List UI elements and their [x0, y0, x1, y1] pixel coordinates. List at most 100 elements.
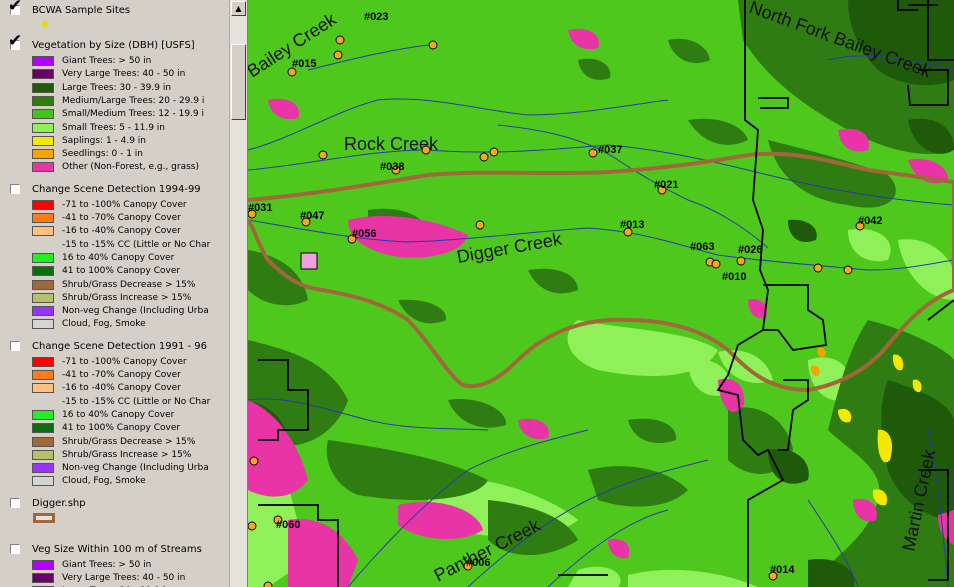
color-swatch — [32, 279, 54, 290]
legend-entry-label: Shrub/Grass Increase > 15% — [62, 449, 192, 460]
color-swatch — [32, 319, 54, 330]
color-swatch — [32, 306, 54, 317]
color-swatch — [32, 292, 54, 303]
legend-entry: Shrub/Grass Increase > 15% — [32, 448, 229, 461]
legend-entry: 16 to 40% Canopy Cover — [32, 408, 229, 421]
visibility-checkbox[interactable] — [10, 497, 20, 508]
sample-site-marker[interactable] — [588, 148, 598, 158]
legend-entry: Giant Trees: > 50 in — [32, 558, 229, 571]
sample-site-marker[interactable] — [489, 147, 499, 157]
legend-entry: -71 to -100% Canopy Cover — [32, 198, 229, 211]
legend-entry-label: Cloud, Fog, Smoke — [62, 319, 146, 330]
legend-entry: Non-veg Change (Including Urba — [32, 304, 229, 317]
legend-theme-vegstreams[interactable]: Veg Size Within 100 m of Streams — [8, 542, 230, 558]
sample-site-marker[interactable] — [843, 265, 853, 275]
legend-entry: -15 to -15% CC (Little or No Char — [32, 238, 229, 251]
check-icon: ✔ — [8, 0, 23, 16]
legend-theme-csd9499[interactable]: Change Scene Detection 1994-99 — [8, 182, 230, 198]
sample-site-marker[interactable] — [479, 152, 489, 162]
color-swatch — [32, 226, 54, 237]
sample-site-label: #015 — [292, 58, 316, 70]
legend-entry-label: 41 to 100% Canopy Cover — [62, 423, 181, 434]
sample-site-marker[interactable] — [249, 456, 259, 466]
legend-entry-label: 16 to 40% Canopy Cover — [62, 252, 175, 263]
sample-site-marker[interactable] — [736, 256, 746, 266]
legend-entry: Other (Non-Forest, e.g., grass) — [32, 160, 229, 173]
sample-site-marker[interactable] — [318, 150, 328, 160]
legend-entry: Very Large Trees: 40 - 50 in — [32, 67, 229, 80]
theme-name: Digger.shp — [32, 497, 86, 509]
legend-scrollbar[interactable]: ▲ — [229, 0, 247, 587]
sample-site-marker[interactable] — [711, 259, 721, 269]
legend-entry-label: -71 to -100% Canopy Cover — [62, 356, 187, 367]
legend-theme-csd9196[interactable]: Change Scene Detection 1991 - 96 — [8, 339, 230, 355]
theme-name: BCWA Sample Sites — [32, 5, 131, 16]
sample-site-marker[interactable] — [333, 50, 343, 60]
legend-theme-digger[interactable]: Digger.shp — [8, 496, 230, 512]
map-view[interactable]: Bailey Creek North Fork Bailey Creek Roc… — [248, 0, 954, 587]
boundary-symbol-icon — [33, 512, 55, 523]
legend-entry: -41 to -70% Canopy Cover — [32, 211, 229, 224]
visibility-checkbox[interactable] — [10, 340, 20, 351]
sample-site-marker[interactable] — [248, 521, 257, 531]
legend-entry-label: Giant Trees: > 50 in — [62, 559, 152, 570]
legend-entry: -71 to -100% Canopy Cover — [32, 355, 229, 368]
sample-site-marker[interactable] — [263, 581, 273, 587]
legend-entry-label: Seedlings: 0 - 1 in — [62, 149, 143, 160]
legend-entry-label: 41 to 100% Canopy Cover — [62, 266, 181, 277]
color-swatch — [32, 252, 54, 263]
legend-entry-label: Shrub/Grass Decrease > 15% — [62, 436, 196, 447]
legend-entry-label: Other (Non-Forest, e.g., grass) — [62, 162, 199, 173]
legend-entry-label: -15 to -15% CC (Little or No Char — [62, 239, 211, 250]
color-swatch — [32, 109, 54, 120]
legend-entry-label: Saplings: 1 - 4.9 in — [62, 135, 147, 146]
legend-entry: Cloud, Fog, Smoke — [32, 317, 229, 330]
visibility-checkbox[interactable] — [10, 543, 20, 554]
sample-site-label: #026 — [738, 244, 762, 256]
sample-site-label: #013 — [620, 219, 644, 231]
color-swatch — [32, 56, 54, 66]
legend-entry: Small/Medium Trees: 12 - 19.9 i — [32, 107, 229, 120]
legend-entry: 41 to 100% Canopy Cover — [32, 421, 229, 434]
theme-name: Vegetation by Size (DBH) [USFS] — [32, 40, 195, 51]
legend-entry-label: Non-veg Change (Including Urba — [62, 463, 209, 474]
legend-entry: Giant Trees: > 50 in — [32, 54, 229, 67]
color-swatch — [32, 573, 54, 583]
sample-site-label: #021 — [654, 179, 678, 191]
sample-site-marker[interactable] — [335, 35, 345, 45]
scroll-thumb[interactable] — [231, 44, 246, 120]
theme-name: Change Scene Detection 1991 - 96 — [32, 340, 208, 352]
color-swatch — [32, 356, 54, 367]
legend-entry: Medium/Large Trees: 20 - 29.9 i — [32, 94, 229, 107]
sample-site-marker[interactable] — [428, 40, 438, 50]
color-swatch — [32, 69, 54, 80]
legend-entry-label: -16 to -40% Canopy Cover — [62, 226, 181, 237]
color-swatch — [32, 199, 54, 210]
legend-theme-bcwa[interactable]: ✔ BCWA Sample Sites — [8, 0, 230, 19]
color-swatch — [32, 409, 54, 420]
legend-entry: Seedlings: 0 - 1 in — [32, 147, 229, 160]
legend-entry: Non-veg Change (Including Urba — [32, 461, 229, 474]
legend-theme-veg[interactable]: ✔ Vegetation by Size (DBH) [USFS] — [8, 33, 230, 54]
legend-entry: 41 to 100% Canopy Cover — [32, 264, 229, 277]
sample-site-marker[interactable] — [475, 220, 485, 230]
legend-entry-label: Very Large Trees: 40 - 50 in — [62, 573, 186, 583]
theme-name: Change Scene Detection 1994-99 — [32, 183, 201, 195]
sample-site-label: #006 — [466, 557, 490, 569]
color-swatch — [32, 149, 54, 160]
legend-entry: 16 to 40% Canopy Cover — [32, 251, 229, 264]
color-swatch — [32, 436, 54, 447]
legend-entry-label: Shrub/Grass Increase > 15% — [62, 292, 192, 303]
legend-entry-label: -16 to -40% Canopy Cover — [62, 383, 181, 394]
color-swatch — [32, 449, 54, 460]
sample-site-label: #031 — [248, 202, 272, 214]
sample-site-marker[interactable] — [421, 145, 431, 155]
legend-entry-label: 16 to 40% Canopy Cover — [62, 409, 175, 420]
scroll-up-button[interactable]: ▲ — [231, 1, 246, 16]
legend-entry-label: Giant Trees: > 50 in — [62, 56, 152, 66]
color-swatch — [32, 559, 54, 570]
sample-site-marker[interactable] — [813, 263, 823, 273]
color-swatch — [32, 162, 54, 173]
visibility-checkbox[interactable] — [10, 183, 20, 194]
map-canvas[interactable]: Bailey Creek North Fork Bailey Creek Roc… — [248, 0, 954, 587]
